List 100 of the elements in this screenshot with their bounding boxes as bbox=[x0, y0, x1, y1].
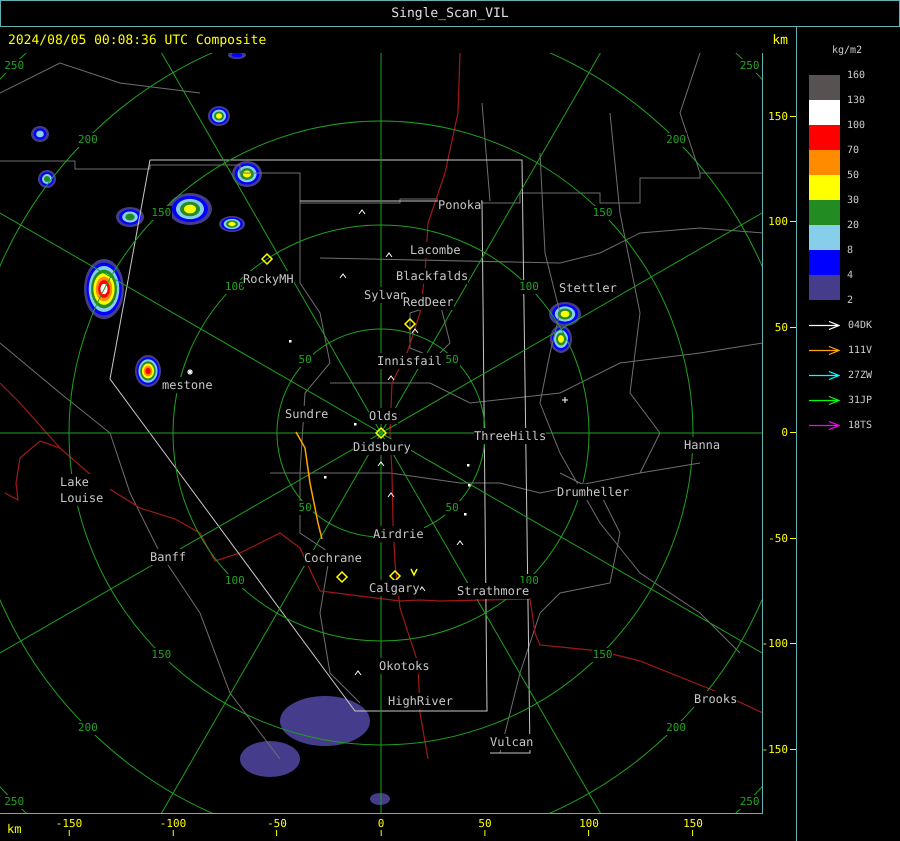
range-label: 200 bbox=[76, 132, 99, 147]
scale-label: 50 bbox=[847, 171, 860, 181]
caret-marker bbox=[418, 586, 426, 592]
place-label: Didsbury bbox=[353, 439, 411, 455]
place-label: HighRiver bbox=[388, 693, 454, 709]
point-marker bbox=[324, 476, 326, 478]
diamond-marker bbox=[336, 570, 348, 584]
axis-unit-label: km bbox=[7, 822, 22, 836]
range-label: 200 bbox=[665, 132, 688, 147]
range-label: 200 bbox=[76, 721, 99, 736]
diamond-marker bbox=[404, 318, 416, 330]
caret-marker bbox=[456, 540, 464, 546]
caret-marker bbox=[386, 252, 392, 258]
place-label: Hanna bbox=[684, 437, 720, 453]
range-label: 250 bbox=[3, 794, 26, 809]
point-marker bbox=[464, 513, 466, 516]
point-marker bbox=[468, 484, 470, 486]
axis-tick-label: 100 bbox=[579, 817, 599, 830]
radar-echo bbox=[116, 207, 144, 227]
place-label: Lake Louise bbox=[60, 474, 110, 506]
track-label: 111V bbox=[848, 345, 872, 356]
radar-echo bbox=[219, 216, 245, 232]
axis-tick-label: 150 bbox=[683, 817, 703, 830]
axis-tick-label: -50 bbox=[267, 817, 287, 830]
range-label: 200 bbox=[665, 721, 688, 736]
scale-label: 30 bbox=[847, 196, 860, 206]
axis-tick-label: -100 bbox=[762, 637, 788, 650]
place-label: ThreeHills bbox=[474, 428, 546, 444]
scale-label: 8 bbox=[847, 246, 854, 256]
axis-tick-label: -150 bbox=[762, 742, 788, 756]
place-label: Brooks bbox=[694, 691, 738, 707]
axis-tick-label: 100 bbox=[768, 215, 788, 228]
diamond-marker bbox=[388, 570, 402, 582]
place-label: Strathmore bbox=[457, 583, 530, 599]
range-label: 150 bbox=[150, 206, 172, 220]
radar-echo bbox=[84, 259, 124, 319]
radar-echo bbox=[208, 106, 230, 126]
track-label: 04DK bbox=[848, 320, 872, 331]
place-label: Lacombe bbox=[410, 242, 461, 258]
place-label: Airdrie bbox=[373, 526, 424, 542]
point-marker bbox=[467, 464, 470, 466]
diamond-marker bbox=[260, 252, 274, 266]
window-title: Single_Scan_VIL bbox=[391, 6, 509, 21]
place-label: RockyMH bbox=[243, 271, 294, 287]
diamond-marker bbox=[374, 426, 388, 440]
range-label: 250 bbox=[738, 794, 761, 809]
range-label: 150 bbox=[150, 648, 172, 662]
place-label: Okotoks bbox=[379, 658, 430, 674]
point-marker bbox=[289, 340, 292, 342]
track-label: 27ZW bbox=[848, 370, 872, 381]
scale-label: 160 bbox=[847, 71, 866, 81]
axis-tick-label: 50 bbox=[774, 320, 788, 334]
scale-label: 20 bbox=[847, 221, 860, 231]
axis-tick-label: 0 bbox=[781, 426, 788, 439]
scale-label: 130 bbox=[847, 96, 866, 106]
radar-echo bbox=[135, 355, 161, 387]
place-label: Sundre bbox=[285, 406, 328, 422]
place-label: Innisfail bbox=[377, 353, 442, 369]
radar-echo bbox=[228, 53, 246, 59]
range-label: 50 bbox=[297, 500, 313, 515]
place-label: Banff bbox=[150, 549, 186, 565]
range-label: 150 bbox=[592, 206, 614, 220]
place-label: Cochrane bbox=[304, 550, 362, 566]
caret-marker bbox=[412, 328, 418, 334]
chevron-marker bbox=[410, 568, 418, 577]
timestamp-label: 2024/08/05 00:08:36 UTC Composite bbox=[8, 32, 266, 48]
caret-marker bbox=[388, 492, 394, 498]
radar-echo bbox=[38, 170, 56, 188]
track-label: 31JP bbox=[848, 395, 872, 406]
place-label: Drumheller bbox=[557, 484, 630, 500]
axis-tick-label: -50 bbox=[768, 532, 788, 544]
axis-tick-label: 50 bbox=[478, 817, 492, 830]
radar-echo bbox=[31, 126, 49, 142]
scale-label: 70 bbox=[847, 146, 860, 156]
scale-label: 100 bbox=[847, 121, 866, 131]
caret-marker bbox=[340, 273, 346, 278]
caret-marker bbox=[358, 209, 366, 214]
axis-tick-label: -100 bbox=[160, 817, 186, 830]
range-label: 150 bbox=[592, 648, 614, 662]
asterisk-marker bbox=[186, 368, 194, 376]
range-label: 250 bbox=[738, 59, 761, 74]
axis-tick-label: 150 bbox=[768, 110, 788, 122]
cross-marker bbox=[562, 396, 568, 404]
place-label: Vulcan bbox=[490, 734, 534, 750]
range-label: 50 bbox=[444, 500, 460, 515]
scale-label: 2 bbox=[847, 296, 854, 306]
place-label: Olds bbox=[369, 408, 398, 424]
place-label: mestone bbox=[162, 377, 213, 393]
caret-marker bbox=[354, 670, 362, 676]
range-label: 100 bbox=[224, 574, 246, 588]
range-label: 50 bbox=[297, 353, 313, 368]
range-label: 50 bbox=[444, 353, 460, 368]
scale-label: 4 bbox=[847, 271, 854, 281]
legend-unit: kg/m2 bbox=[832, 45, 862, 56]
track-label: 18TS bbox=[848, 420, 872, 431]
caret-marker bbox=[388, 375, 394, 380]
radar-echo bbox=[370, 793, 390, 805]
unit-label: km bbox=[772, 32, 788, 48]
axis-tick-label: 0 bbox=[378, 817, 384, 830]
range-label: 100 bbox=[518, 280, 540, 294]
